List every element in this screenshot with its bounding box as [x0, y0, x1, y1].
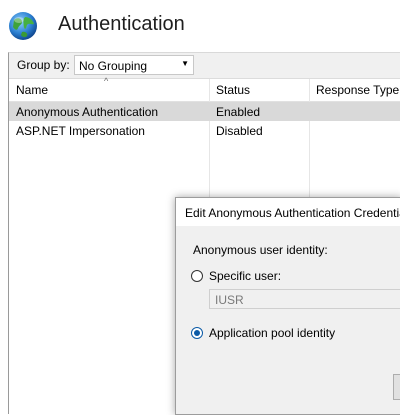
group-by-value: No Grouping — [79, 59, 148, 73]
table-row[interactable]: ASP.NET Impersonation Disabled — [9, 121, 400, 140]
specific-user-label[interactable]: Specific user: — [209, 269, 281, 283]
specific-user-field[interactable]: IUSR — [209, 289, 400, 309]
table-row[interactable]: Anonymous Authentication Enabled — [9, 102, 400, 121]
column-name[interactable]: Name — [16, 83, 48, 97]
row-name: Anonymous Authentication — [16, 105, 159, 119]
page-title: Authentication — [58, 13, 185, 35]
app-pool-identity-label[interactable]: Application pool identity — [209, 326, 335, 340]
specific-user-value: IUSR — [215, 293, 244, 307]
column-headers: ^ Name Status Response Type — [9, 76, 400, 102]
row-name: ASP.NET Impersonation — [16, 124, 145, 138]
identity-label: Anonymous user identity: — [193, 243, 328, 257]
header: Authentication — [0, 0, 400, 52]
edit-credentials-dialog: Edit Anonymous Authentication Credential… — [175, 197, 400, 415]
dialog-title-bar[interactable]: Edit Anonymous Authentication Credential… — [176, 198, 400, 226]
column-response-type[interactable]: Response Type — [316, 83, 399, 97]
group-by-dropdown[interactable]: No Grouping ▼ — [74, 55, 194, 75]
row-status: Enabled — [216, 105, 261, 119]
dropdown-arrow-icon: ▼ — [181, 59, 189, 68]
group-by-label: Group by: — [17, 58, 70, 72]
dialog-button[interactable] — [393, 374, 400, 400]
globe-icon — [9, 12, 37, 40]
sort-caret-icon: ^ — [104, 76, 109, 86]
dialog-title: Edit Anonymous Authentication Credential… — [185, 206, 400, 220]
app-pool-identity-radio[interactable] — [191, 327, 203, 339]
column-status[interactable]: Status — [216, 83, 250, 97]
row-status: Disabled — [216, 124, 263, 138]
specific-user-radio[interactable] — [191, 270, 203, 282]
toolbar: Group by: No Grouping ▼ — [9, 53, 400, 79]
